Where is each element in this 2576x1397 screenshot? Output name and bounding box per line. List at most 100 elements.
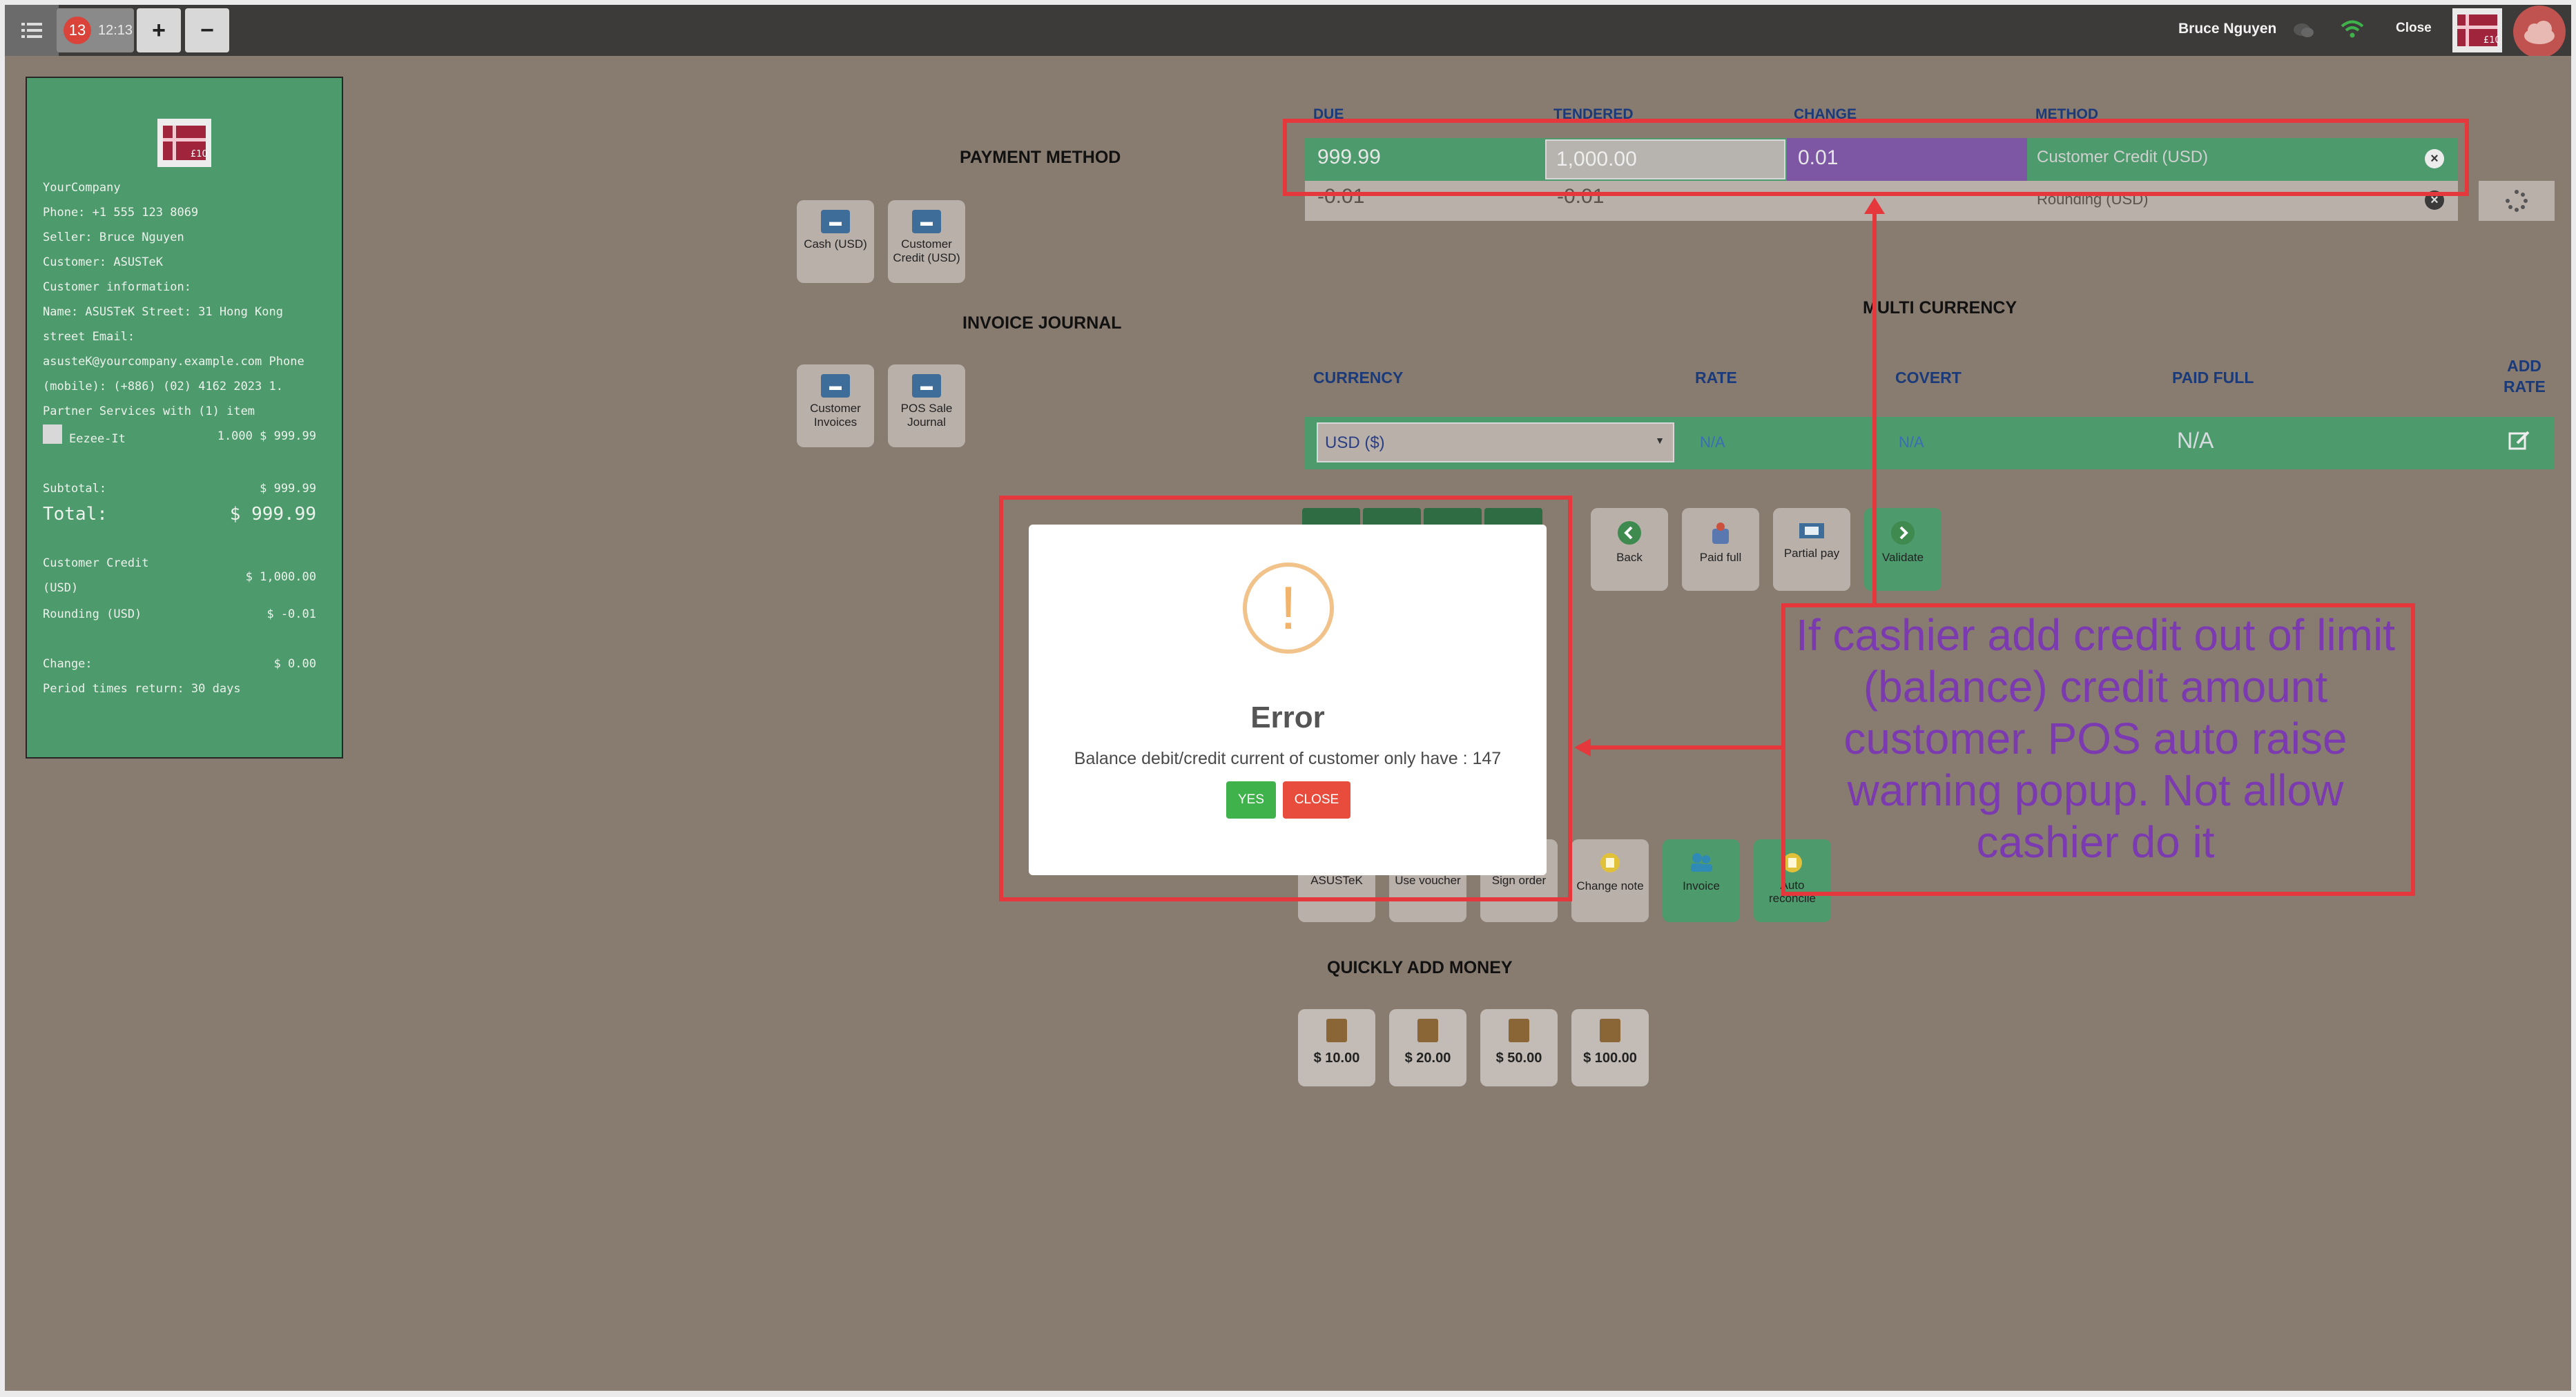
button-label: Paid full [1699, 551, 1742, 564]
forward-arrow-icon [1891, 521, 1915, 545]
annotation-connector [1588, 745, 1783, 750]
cash-register-icon: ▬ [821, 210, 850, 233]
menu-button[interactable] [5, 5, 59, 56]
col-covert: COVERT [1895, 369, 1962, 387]
add-money-button[interactable]: $ 20.00 [1389, 1009, 1466, 1086]
receipt-item-qty-price: 1.000 $ 999.99 [217, 429, 316, 443]
receipt-seller: Seller: Bruce Nguyen [43, 231, 184, 244]
svg-text:£10: £10 [191, 149, 207, 159]
annotation-note: If cashier add credit out of limit (bala… [1796, 610, 2395, 867]
button-label: Back [1616, 551, 1643, 564]
button-label: $ 50.00 [1495, 1051, 1542, 1066]
button-label: $ 100.00 [1583, 1051, 1637, 1066]
cash-register-icon: ▬ [912, 210, 941, 233]
banknote-icon [1799, 523, 1824, 538]
gift-card-icon: £10 [2457, 14, 2499, 46]
add-money-button[interactable]: $ 50.00 [1480, 1009, 1558, 1086]
receipt-info-line: street Email: [43, 330, 135, 344]
button-label: Cash (USD) [804, 237, 867, 251]
customer-credit-button[interactable]: ▬ Customer Credit (USD) [888, 200, 965, 283]
cash-register-icon: ▬ [912, 374, 941, 398]
cloud-avatar-icon [2524, 21, 2555, 44]
annotation-connector [1872, 206, 1877, 605]
zoom-out-button[interactable]: − [185, 8, 229, 52]
button-label: $ 10.00 [1313, 1051, 1360, 1066]
annotation-box-dialog [999, 496, 1572, 901]
receipt-total-value: $ 999.99 [229, 504, 316, 525]
edit-icon[interactable] [2508, 429, 2531, 453]
button-label: Partial pay [1783, 547, 1840, 560]
arrow-left-icon [1574, 739, 1591, 756]
receipt-credit-label: Customer Credit [43, 556, 149, 570]
order-time: 12:13 [98, 22, 133, 38]
button-label: Change note [1576, 879, 1644, 892]
button-label: Customer Invoices [810, 402, 861, 429]
receipt-info-line: Partner Services with (1) item [43, 404, 255, 418]
col-rate: RATE [1695, 369, 1737, 387]
button-label: Customer Credit (USD) [893, 237, 960, 264]
back-arrow-icon [1618, 521, 1641, 545]
product-thumbnail-icon [43, 424, 62, 444]
change-note-button[interactable]: Change note [1571, 839, 1649, 922]
receipt-info-line: (mobile): (+886) (02) 4162 2023 1. [43, 380, 283, 393]
payment-method-title: PAYMENT METHOD [960, 148, 1121, 167]
company-logo: £10 [2452, 8, 2502, 52]
receipt-company: YourCompany [43, 181, 121, 195]
invoice-button[interactable]: Invoice [1663, 839, 1740, 922]
svg-text:£10: £10 [2483, 35, 2499, 46]
receipt-rounding-value: $ -0.01 [267, 607, 316, 621]
add-money-button[interactable]: $ 100.00 [1571, 1009, 1649, 1086]
money-bag-icon [1712, 522, 1729, 544]
close-session-button[interactable]: Close [2396, 21, 2432, 36]
receipt-credit-value: $ 1,000.00 [245, 570, 316, 584]
col-paid-full: PAID FULL [2172, 369, 2254, 387]
zoom-in-button[interactable]: + [137, 8, 181, 52]
order-count-badge: 13 [64, 17, 91, 44]
customer-invoices-button[interactable]: ▬ Customer Invoices [797, 364, 874, 447]
col-currency: CURRENCY [1313, 369, 1404, 387]
col-add-rate: ADD RATE [2504, 357, 2546, 395]
currency-select-value: USD ($) [1325, 433, 1385, 452]
money-icon [1417, 1019, 1438, 1042]
pos-sale-journal-button[interactable]: ▬ POS Sale Journal [888, 364, 965, 447]
receipt-change-label: Change: [43, 657, 93, 671]
note-icon [1600, 853, 1620, 872]
receipt-total-label: Total: [43, 504, 108, 525]
arrow-up-icon [1864, 197, 1885, 214]
cash-usd-button[interactable]: ▬ Cash (USD) [797, 200, 874, 283]
add-money-button[interactable]: $ 10.00 [1298, 1009, 1375, 1086]
loading-spinner-icon [2479, 181, 2555, 221]
receipt-period: Period times return: 30 days [43, 682, 241, 696]
receipt-rounding-label: Rounding (USD) [43, 607, 142, 621]
partial-pay-button[interactable]: Partial pay [1773, 508, 1850, 591]
receipt-info-line: asusteK@yourcompany.example.com Phone [43, 355, 304, 369]
receipt-info-line: Name: ASUSTeK Street: 31 Hong Kong [43, 305, 283, 319]
receipt-credit-label: (USD) [43, 581, 79, 595]
button-label: Invoice [1683, 879, 1720, 892]
money-icon [1326, 1019, 1347, 1042]
wifi-icon [2341, 20, 2364, 38]
receipt-customer-info-label: Customer information: [43, 280, 191, 294]
covert-value: N/A [1899, 433, 1924, 451]
button-label: $ 20.00 [1404, 1051, 1451, 1066]
receipt-logo: £10 [157, 119, 211, 167]
order-tab[interactable]: 13 12:13 [57, 8, 134, 52]
rate-value: N/A [1700, 433, 1725, 451]
paid-full-button[interactable]: Paid full [1682, 508, 1759, 591]
multi-currency-title: MULTI CURRENCY [1863, 298, 2017, 318]
money-icon [1600, 1019, 1620, 1042]
quick-money-title: QUICKLY ADD MONEY [1327, 958, 1513, 977]
chat-icon[interactable] [2292, 22, 2314, 39]
receipt-phone: Phone: +1 555 123 8069 [43, 206, 199, 219]
back-button[interactable]: Back [1591, 508, 1668, 591]
button-label: POS Sale Journal [900, 402, 953, 429]
currency-select[interactable]: USD ($) ▼ [1317, 422, 1674, 462]
receipt-change-value: $ 0.00 [273, 657, 316, 671]
receipt-item-name: Eezee-It [69, 432, 126, 446]
menu-icon [21, 23, 42, 38]
user-name[interactable]: Bruce Nguyen [2178, 21, 2276, 37]
annotation-box-payment-line [1283, 119, 2469, 196]
paid-full-value: N/A [2177, 428, 2214, 453]
user-avatar[interactable] [2513, 6, 2566, 58]
chevron-down-icon: ▼ [1655, 435, 1665, 446]
